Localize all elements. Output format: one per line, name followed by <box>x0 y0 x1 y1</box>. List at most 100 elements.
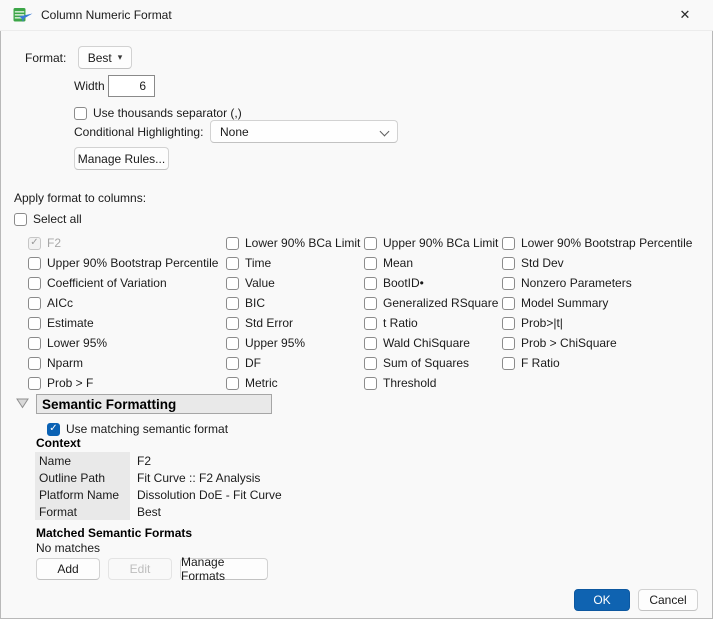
column-checkbox-row-sum-of-squares[interactable]: Sum of Squares <box>364 353 498 373</box>
ok-button[interactable]: OK <box>574 589 630 611</box>
column-checkbox-row-model-summary[interactable]: Model Summary <box>502 293 692 313</box>
column-checkbox-row-std-dev[interactable]: Std Dev <box>502 253 692 273</box>
column-checkbox-row-bootid[interactable]: BootID• <box>364 273 498 293</box>
format-dropdown-value: Best <box>88 51 112 65</box>
column-checkbox-row-threshold[interactable]: Threshold <box>364 373 498 393</box>
edit-button[interactable]: Edit <box>108 558 172 580</box>
column-checkbox-coefficient-of-variation[interactable] <box>28 277 41 290</box>
column-checkbox-aicc[interactable] <box>28 297 41 310</box>
conditional-highlighting-label: Conditional Highlighting: <box>74 125 203 139</box>
column-checkbox-label: Value <box>245 276 275 290</box>
column-checkbox-row-df[interactable]: DF <box>226 353 360 373</box>
column-checkbox-model-summary[interactable] <box>502 297 515 310</box>
column-checkbox-row-coefficient-of-variation[interactable]: Coefficient of Variation <box>28 273 218 293</box>
column-checkbox-row-value[interactable]: Value <box>226 273 360 293</box>
column-checkbox-prob-chisquare[interactable] <box>502 337 515 350</box>
column-checkbox-std-error[interactable] <box>226 317 239 330</box>
column-checkbox-value[interactable] <box>226 277 239 290</box>
column-checkbox-prob-t[interactable] <box>502 317 515 330</box>
column-checkbox-row-metric[interactable]: Metric <box>226 373 360 393</box>
context-value: Fit Curve :: F2 Analysis <box>137 471 260 485</box>
format-dropdown[interactable]: Best ▾ <box>78 46 132 69</box>
disclosure-triangle-icon[interactable] <box>16 398 29 409</box>
column-checkbox-upper-90-bca-limit[interactable] <box>364 237 377 250</box>
cancel-button[interactable]: Cancel <box>638 589 698 611</box>
column-checkbox-label: Prob > ChiSquare <box>521 336 617 350</box>
column-checkbox-row-upper-95[interactable]: Upper 95% <box>226 333 360 353</box>
column-checkbox-row-aicc[interactable]: AICc <box>28 293 218 313</box>
context-value: Dissolution DoE - Fit Curve <box>137 488 282 502</box>
column-checkbox-upper-95[interactable] <box>226 337 239 350</box>
column-checkbox-label: DF <box>245 356 261 370</box>
column-checkbox-row-lower-90-bootstrap-percentile[interactable]: Lower 90% Bootstrap Percentile <box>502 233 692 253</box>
column-checkbox-bootid[interactable] <box>364 277 377 290</box>
context-value: F2 <box>137 454 151 468</box>
column-checkbox-label: BIC <box>245 296 265 310</box>
column-checkbox-wald-chisquare[interactable] <box>364 337 377 350</box>
column-checkbox-row-prob-t[interactable]: Prob>|t| <box>502 313 692 333</box>
manage-formats-button[interactable]: Manage Formats <box>180 558 268 580</box>
format-label: Format: <box>25 51 66 65</box>
column-checkbox-row-lower-90-bca-limit[interactable]: Lower 90% BCa Limit <box>226 233 360 253</box>
use-matching-checkbox[interactable]: ✓ <box>47 423 60 436</box>
column-checkbox-label: Lower 90% Bootstrap Percentile <box>521 236 692 250</box>
column-checkbox-row-upper-90-bootstrap-percentile[interactable]: Upper 90% Bootstrap Percentile <box>28 253 218 273</box>
column-checkbox-f-ratio[interactable] <box>502 357 515 370</box>
column-checkbox-label: Nparm <box>47 356 83 370</box>
conditional-highlighting-dropdown[interactable]: None <box>210 120 398 143</box>
manage-rules-button[interactable]: Manage Rules... <box>74 147 169 170</box>
column-checkbox-nonzero-parameters[interactable] <box>502 277 515 290</box>
column-checkbox-threshold[interactable] <box>364 377 377 390</box>
column-checkbox-lower-95[interactable] <box>28 337 41 350</box>
close-icon[interactable]: ✕ <box>665 0 705 30</box>
column-checkbox-label: t Ratio <box>383 316 418 330</box>
column-checkbox-row-std-error[interactable]: Std Error <box>226 313 360 333</box>
column-checkbox-lower-90-bca-limit[interactable] <box>226 237 239 250</box>
column-checkbox-time[interactable] <box>226 257 239 270</box>
select-all-checkbox-row[interactable]: Select all <box>14 209 82 229</box>
column-checkbox-t-ratio[interactable] <box>364 317 377 330</box>
column-checkbox-sum-of-squares[interactable] <box>364 357 377 370</box>
column-checkbox-prob-f[interactable] <box>28 377 41 390</box>
column-checkbox-generalized-rsquare[interactable] <box>364 297 377 310</box>
column-checkbox-row-generalized-rsquare[interactable]: Generalized RSquare <box>364 293 498 313</box>
semantic-formatting-header[interactable]: Semantic Formatting <box>36 394 272 414</box>
column-checkbox-std-dev[interactable] <box>502 257 515 270</box>
column-checkbox-row-mean[interactable]: Mean <box>364 253 498 273</box>
column-checkbox-label: Coefficient of Variation <box>47 276 167 290</box>
column-checkbox-row-estimate[interactable]: Estimate <box>28 313 218 333</box>
column-checkbox-df[interactable] <box>226 357 239 370</box>
column-checkbox-bic[interactable] <box>226 297 239 310</box>
column-checkbox-label: Upper 95% <box>245 336 305 350</box>
column-checkbox-label: Wald ChiSquare <box>383 336 470 350</box>
column-checkbox-row-t-ratio[interactable]: t Ratio <box>364 313 498 333</box>
column-checkbox-mean[interactable] <box>364 257 377 270</box>
column-checkbox-label: Mean <box>383 256 413 270</box>
column-checkbox-lower-90-bootstrap-percentile[interactable] <box>502 237 515 250</box>
column-checkbox-row-prob-f[interactable]: Prob > F <box>28 373 218 393</box>
column-checkbox-upper-90-bootstrap-percentile[interactable] <box>28 257 41 270</box>
context-key: Platform Name <box>35 486 130 503</box>
column-checkbox-row-time[interactable]: Time <box>226 253 360 273</box>
matched-formats-heading: Matched Semantic Formats <box>36 526 192 540</box>
width-label: Width <box>74 79 105 93</box>
column-checkbox-metric[interactable] <box>226 377 239 390</box>
column-checkbox-row-prob-chisquare[interactable]: Prob > ChiSquare <box>502 333 692 353</box>
column-checkbox-row-wald-chisquare[interactable]: Wald ChiSquare <box>364 333 498 353</box>
column-checkbox-label: Nonzero Parameters <box>521 276 632 290</box>
conditional-highlighting-value: None <box>220 125 249 139</box>
column-checkbox-label: Lower 95% <box>47 336 107 350</box>
column-checkbox-row-lower-95[interactable]: Lower 95% <box>28 333 218 353</box>
column-checkbox-row-bic[interactable]: BIC <box>226 293 360 313</box>
column-checkbox-label: Prob > F <box>47 376 93 390</box>
column-checkbox-row-upper-90-bca-limit[interactable]: Upper 90% BCa Limit <box>364 233 498 253</box>
column-checkbox-row-f-ratio[interactable]: F Ratio <box>502 353 692 373</box>
column-checkbox-row-nonzero-parameters[interactable]: Nonzero Parameters <box>502 273 692 293</box>
column-checkbox-row-nparm[interactable]: Nparm <box>28 353 218 373</box>
add-button[interactable]: Add <box>36 558 100 580</box>
column-checkbox-estimate[interactable] <box>28 317 41 330</box>
thousands-separator-checkbox[interactable] <box>74 107 87 120</box>
width-input[interactable] <box>108 75 155 97</box>
select-all-checkbox[interactable] <box>14 213 27 226</box>
column-checkbox-nparm[interactable] <box>28 357 41 370</box>
